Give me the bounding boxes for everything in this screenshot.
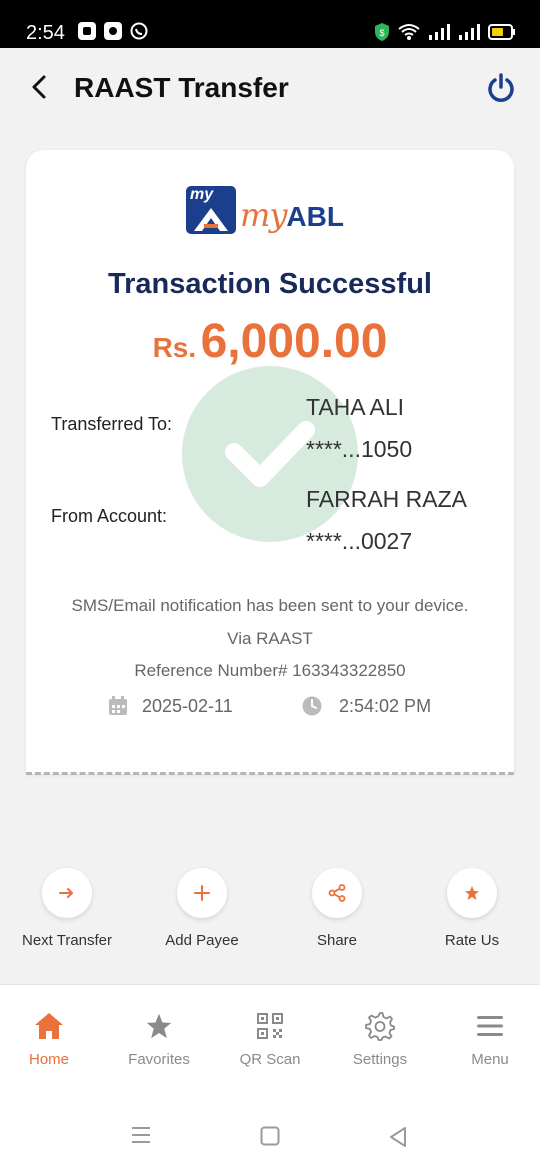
from-account-name: FARRAH RAZA bbox=[306, 486, 468, 512]
app-notification-icon bbox=[78, 22, 96, 40]
amount: Rs. 6,000.00 bbox=[26, 314, 514, 369]
qr-icon bbox=[257, 1013, 283, 1039]
next-transfer-button[interactable]: Next Transfer bbox=[12, 868, 122, 949]
rate-us-button[interactable]: Rate Us bbox=[417, 868, 527, 949]
logout-button[interactable] bbox=[484, 70, 518, 106]
system-navigation-bar bbox=[0, 1100, 540, 1170]
battery-icon bbox=[488, 24, 515, 40]
power-icon bbox=[488, 73, 514, 102]
chevron-left-icon bbox=[32, 75, 46, 99]
nav-home[interactable]: Home bbox=[0, 1009, 103, 1068]
logo-badge: my bbox=[186, 186, 236, 234]
menu-icon bbox=[477, 1016, 503, 1036]
status-bar: 2:54 $ bbox=[0, 0, 540, 48]
receipt-tear-edge bbox=[26, 772, 514, 775]
transaction-date: 2025-02-11 bbox=[142, 696, 233, 716]
bottom-navigation: Home Favorites QR Scan Settings Menu bbox=[0, 984, 540, 1100]
from-account-label: From Account: bbox=[51, 506, 168, 526]
transaction-status: Transaction Successful bbox=[108, 268, 432, 300]
amount-currency: Rs. bbox=[152, 332, 197, 363]
transaction-receipt: my my ABL Transaction Successful Rs. 6,0… bbox=[26, 150, 514, 774]
system-back-button[interactable] bbox=[388, 1126, 408, 1153]
arrow-right-icon bbox=[59, 888, 73, 898]
transferred-to-name: TAHA ALI bbox=[306, 394, 405, 420]
transferred-to-label: Transferred To: bbox=[51, 414, 173, 434]
transaction-time: 2:54:02 PM bbox=[339, 696, 432, 716]
next-transfer-label: Next Transfer bbox=[21, 932, 113, 949]
from-account-number: ****...0027 bbox=[306, 528, 413, 554]
share-button[interactable]: Share bbox=[282, 868, 392, 949]
reference-number: Reference Number# 163343322850 bbox=[134, 661, 406, 680]
nav-qr-scan[interactable]: QR Scan bbox=[216, 1009, 324, 1068]
recent-apps-button[interactable] bbox=[131, 1126, 151, 1149]
nav-menu[interactable]: Menu bbox=[436, 1009, 540, 1068]
square-home-icon bbox=[260, 1126, 280, 1146]
triangle-back-icon bbox=[390, 1127, 406, 1147]
share-icon bbox=[328, 884, 346, 902]
logo-text: my ABL bbox=[240, 196, 344, 234]
calendar-icon bbox=[109, 696, 127, 715]
notification-icons bbox=[78, 22, 148, 40]
gear-icon bbox=[365, 1012, 395, 1041]
star-icon bbox=[146, 1013, 172, 1039]
page-title: RAAST Transfer bbox=[74, 72, 289, 103]
vpn-shield-icon: $ bbox=[375, 23, 389, 41]
amount-value: 6,000.00 bbox=[200, 315, 388, 368]
date-time-row: 2025-02-11 2:54:02 PM bbox=[106, 694, 466, 722]
myabl-logo: my my ABL bbox=[186, 184, 356, 244]
plus-icon bbox=[194, 885, 210, 901]
wifi-icon bbox=[398, 24, 420, 40]
home-icon bbox=[35, 1013, 63, 1039]
add-payee-label: Add Payee bbox=[165, 932, 239, 949]
nav-favorites[interactable]: Favorites bbox=[105, 1009, 213, 1068]
via-channel: Via RAAST bbox=[227, 629, 313, 648]
star-icon bbox=[465, 886, 479, 900]
transferred-to-account: ****...1050 bbox=[306, 436, 413, 462]
svg-text:$: $ bbox=[379, 28, 384, 38]
add-payee-button[interactable]: Add Payee bbox=[147, 868, 257, 949]
system-icons: $ bbox=[374, 22, 516, 42]
nav-settings[interactable]: Settings bbox=[326, 1009, 434, 1068]
whatsapp-icon bbox=[130, 22, 148, 40]
back-button[interactable] bbox=[24, 70, 54, 104]
notification-notice: SMS/Email notification has been sent to … bbox=[71, 596, 469, 615]
signal-icon-2 bbox=[459, 24, 480, 40]
app-header: RAAST Transfer bbox=[0, 48, 540, 130]
signal-icon-1 bbox=[429, 24, 450, 40]
clock-icon bbox=[302, 696, 322, 716]
recent-apps-icon bbox=[132, 1127, 150, 1143]
chat-notification-icon bbox=[104, 22, 122, 40]
status-time: 2:54 bbox=[26, 22, 65, 44]
home-system-button[interactable] bbox=[260, 1126, 280, 1151]
share-label: Share bbox=[316, 932, 358, 949]
rate-us-label: Rate Us bbox=[444, 932, 500, 949]
